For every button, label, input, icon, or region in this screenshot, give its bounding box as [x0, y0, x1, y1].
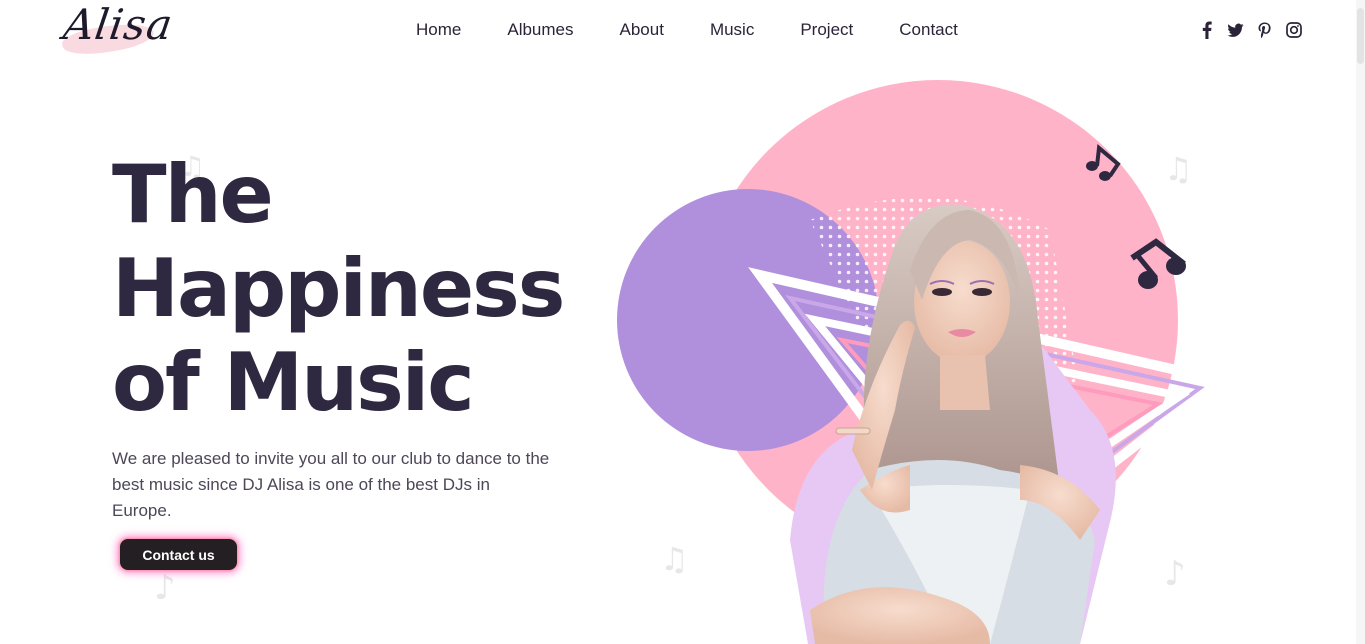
twitter-icon[interactable] — [1227, 20, 1244, 40]
nav-music[interactable]: Music — [710, 20, 754, 40]
hero-description: We are pleased to invite you all to our … — [112, 449, 550, 520]
hero-title-line: Happiness — [112, 242, 565, 335]
facebook-icon[interactable] — [1198, 20, 1215, 40]
hero-title-line: of Music — [112, 336, 475, 429]
hero-title-line: The — [112, 148, 274, 241]
logo-text: Alisa — [60, 0, 177, 49]
faint-music-note-icon: ♪ — [154, 568, 176, 608]
pinterest-icon[interactable] — [1256, 20, 1273, 40]
page: Alisa Home Albumes About Music Project C… — [0, 0, 1365, 644]
contact-us-button[interactable]: Contact us — [120, 539, 237, 570]
nav-albumes[interactable]: Albumes — [507, 20, 573, 40]
instagram-icon[interactable] — [1285, 20, 1302, 40]
hero-title: The Happiness of Music — [112, 148, 592, 430]
scrollbar-track[interactable] — [1356, 0, 1365, 644]
scrollbar-thumb[interactable] — [1357, 8, 1364, 64]
nav-project[interactable]: Project — [800, 20, 853, 40]
hero-artwork — [610, 70, 1250, 644]
social-links — [1198, 20, 1302, 40]
nav-contact[interactable]: Contact — [899, 20, 958, 40]
nav-home[interactable]: Home — [416, 20, 461, 40]
nav-about[interactable]: About — [620, 20, 664, 40]
logo[interactable]: Alisa — [58, 0, 176, 62]
main-nav: Home Albumes About Music Project Contact — [416, 20, 958, 40]
